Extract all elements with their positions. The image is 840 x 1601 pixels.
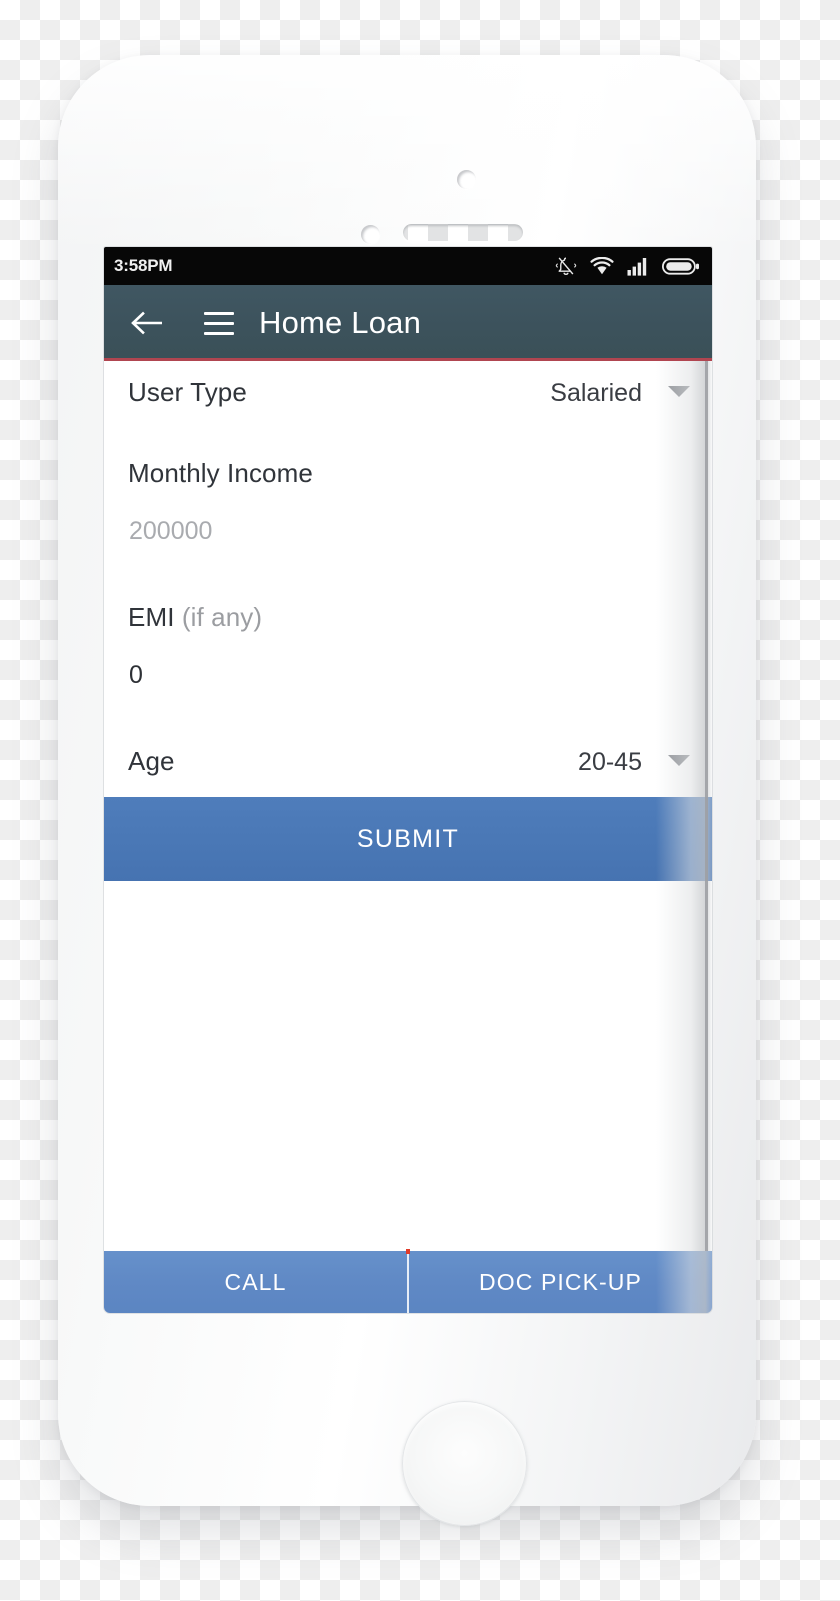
notifications-off-icon	[555, 257, 577, 276]
proximity-sensor-icon	[361, 225, 380, 244]
vertical-scrollbar[interactable]	[705, 361, 708, 1251]
doc-pickup-button[interactable]: DOC PICK-UP	[409, 1251, 712, 1313]
field-row-monthly-income: Monthly Income	[104, 458, 712, 489]
field-label-emi-text: EMI	[128, 602, 175, 632]
status-bar-clock: 3:58PM	[114, 256, 173, 275]
hamburger-menu-icon[interactable]	[204, 311, 234, 335]
status-bar: 3:58PM	[104, 247, 712, 285]
earpiece-speaker-grille	[403, 224, 523, 241]
field-label-monthly-income: Monthly Income	[128, 458, 313, 488]
hamburger-bar	[204, 331, 234, 335]
status-bar-icons	[555, 255, 700, 277]
battery-icon	[662, 257, 699, 275]
wifi-icon	[590, 256, 614, 274]
field-row-user-type[interactable]: User Type Salaried	[104, 377, 712, 408]
empty-content-area	[104, 881, 712, 1239]
field-label-emi-suffix: (if any)	[181, 602, 263, 632]
field-value-user-type: Salaried	[550, 379, 642, 407]
app-bar: Home Loan	[104, 285, 712, 361]
chevron-down-icon-user-type[interactable]	[668, 386, 690, 397]
field-label-user-type: User Type	[128, 377, 247, 407]
submit-button[interactable]: SUBMIT	[104, 797, 712, 881]
home-button[interactable]	[402, 1401, 527, 1526]
phone-screen: 3:58PM Home Loan User Type Salaried Mont…	[104, 247, 712, 1313]
call-button[interactable]: CALL	[104, 1251, 407, 1313]
field-row-emi: EMI (if any)	[104, 602, 712, 633]
back-arrow-icon[interactable]	[130, 311, 162, 335]
emi-input[interactable]: 0	[104, 661, 712, 690]
front-camera-icon	[457, 170, 476, 189]
bottom-action-bar: CALL DOC PICK-UP	[104, 1249, 712, 1313]
field-label-emi: EMI (if any)	[128, 602, 262, 633]
hamburger-bar	[204, 311, 234, 315]
field-value-age: 20-45	[578, 748, 642, 776]
monthly-income-input[interactable]: 200000	[104, 517, 712, 546]
page-title: Home Loan	[259, 305, 422, 340]
field-row-age[interactable]: Age 20-45	[104, 746, 712, 777]
hamburger-bar	[204, 321, 234, 325]
field-label-age: Age	[128, 746, 175, 776]
signal-icon	[627, 257, 647, 276]
loan-form: User Type Salaried Monthly Income 200000…	[104, 361, 712, 797]
chevron-down-icon-age[interactable]	[668, 755, 690, 766]
